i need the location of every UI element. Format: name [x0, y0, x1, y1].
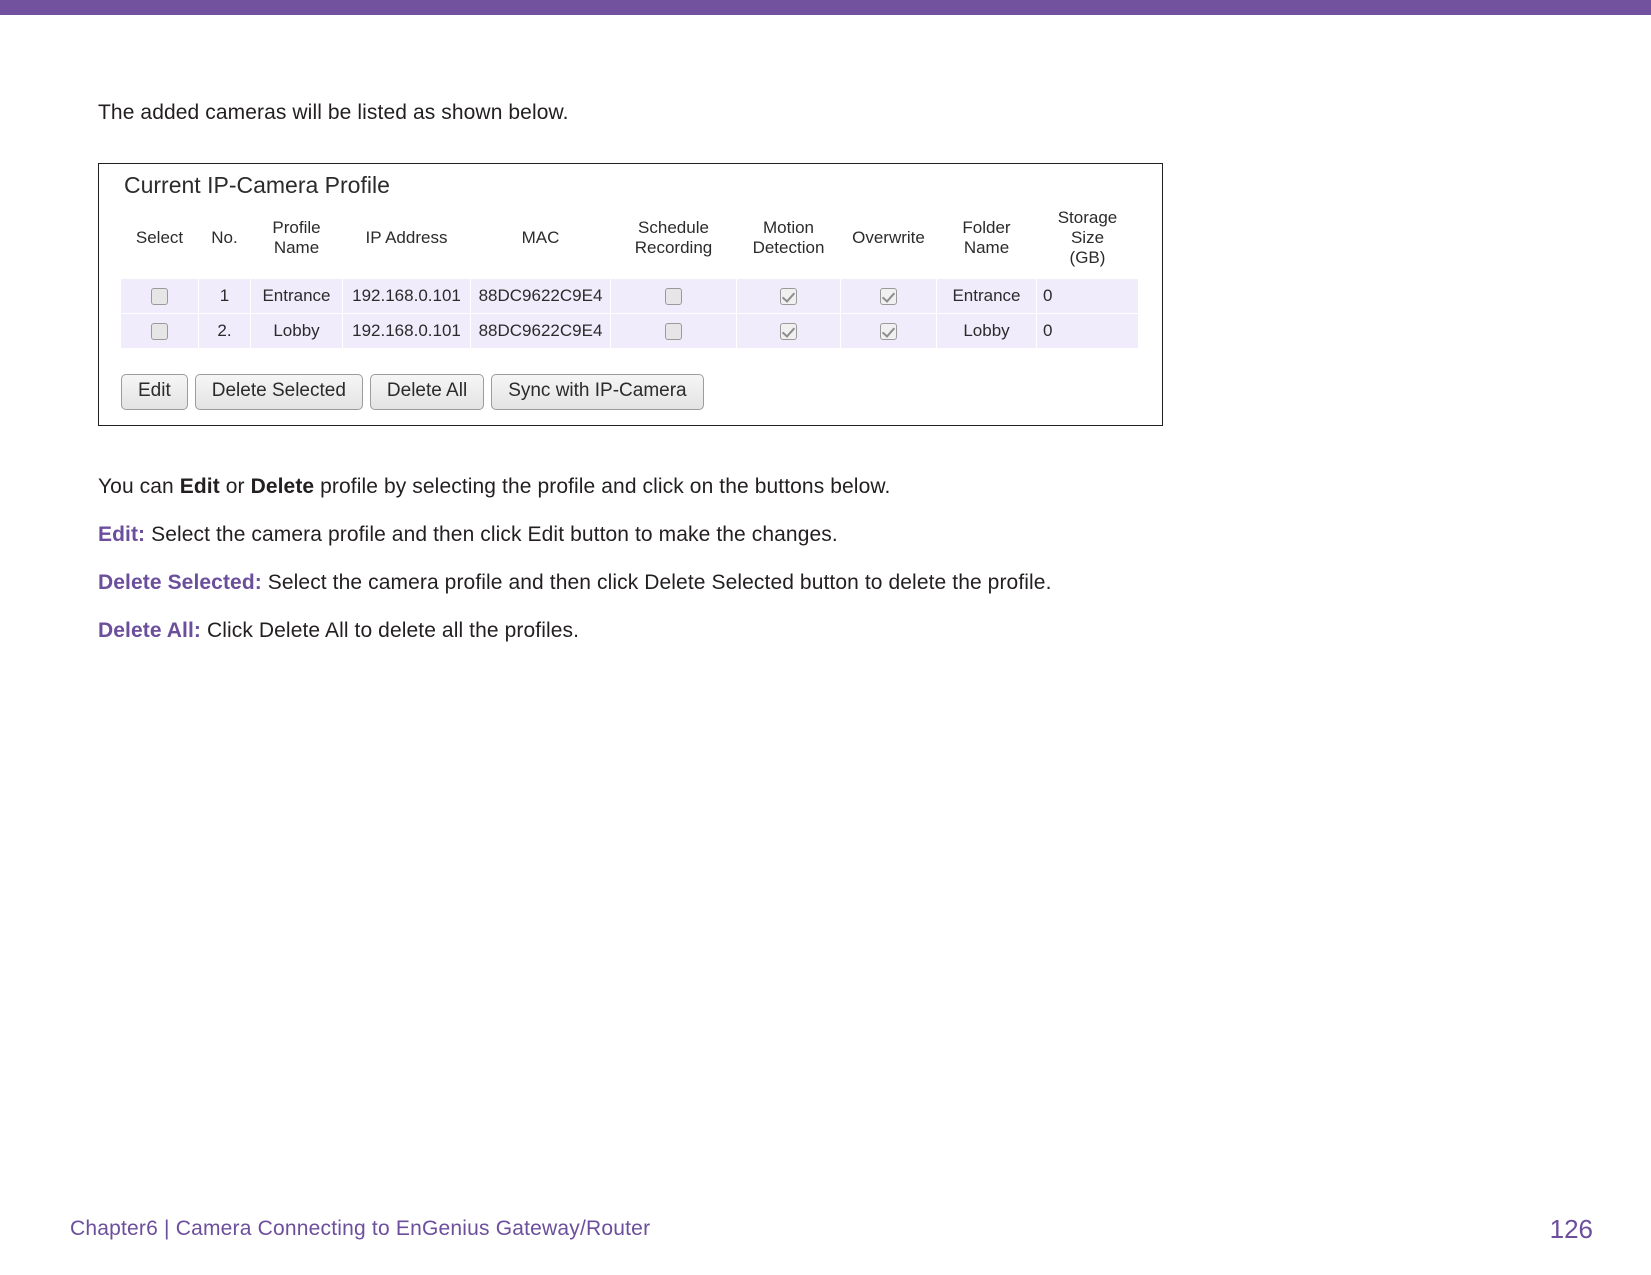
note-summary: You can Edit or Delete profile by select… — [98, 472, 1578, 502]
note-delete-selected: Delete Selected: Select the camera profi… — [98, 568, 1578, 598]
row-select-checkbox[interactable] — [151, 323, 168, 341]
cell-overwrite[interactable] — [840, 278, 937, 314]
cell-storage-size: 0 — [1036, 313, 1139, 349]
header-label-line1: Folder — [962, 218, 1011, 237]
note-delete-all-text: Click Delete All to delete all the profi… — [201, 619, 580, 642]
cell-no: 1 — [198, 278, 251, 314]
note-delete-all: Delete All: Click Delete All to delete a… — [98, 616, 1578, 646]
header-label-line3: (GB) — [1069, 248, 1106, 267]
delete-all-button[interactable]: Delete All — [369, 374, 485, 410]
cell-profile-name: Lobby — [250, 313, 343, 349]
top-accent-band — [0, 0, 1651, 15]
overwrite-checkbox[interactable] — [880, 323, 897, 341]
note-delete-all-label: Delete All: — [98, 619, 202, 642]
summary-conjunction: or — [219, 475, 251, 498]
table-action-buttons: Edit Delete Selected Delete All Sync wit… — [121, 374, 704, 410]
note-delete-selected-text: Select the camera profile and then click… — [261, 571, 1052, 594]
ip-camera-profile-figure: Current IP-Camera Profile Select No. Pro… — [98, 163, 1163, 426]
note-edit-text: Select the camera profile and then click… — [145, 523, 838, 546]
summary-delete-emphasis: Delete — [250, 475, 315, 498]
header-label: No. — [211, 228, 238, 247]
cell-mac: 88DC9622C9E4 — [470, 313, 611, 349]
column-header-profile-name: Profile Name — [250, 204, 343, 279]
header-label-line2: Name — [963, 238, 1010, 257]
header-label: IP Address — [365, 228, 448, 247]
header-label-line2: Size — [1070, 228, 1105, 247]
motion-detection-checkbox[interactable] — [780, 288, 797, 306]
row-select-checkbox[interactable] — [151, 288, 168, 306]
header-label: Overwrite — [852, 228, 925, 247]
note-delete-selected-label: Delete Selected: — [98, 571, 262, 594]
column-header-mac: MAC — [470, 204, 611, 279]
table-header-row: Select No. Profile Name IP Address MAC S… — [120, 204, 1139, 279]
column-header-overwrite: Overwrite — [840, 204, 937, 279]
table-row: 2. Lobby 192.168.0.101 88DC9622C9E4 Lobb… — [120, 313, 1139, 349]
cell-select[interactable] — [120, 278, 199, 314]
note-edit-label: Edit: — [98, 523, 146, 546]
header-label-line1: Profile — [272, 218, 321, 237]
header-label: Select — [135, 228, 184, 247]
column-header-folder-name: Folder Name — [936, 204, 1037, 279]
column-header-ip-address: IP Address — [342, 204, 471, 279]
sync-with-ip-camera-button[interactable]: Sync with IP-Camera — [491, 374, 704, 410]
motion-detection-checkbox[interactable] — [780, 323, 797, 341]
intro-paragraph: The added cameras will be listed as show… — [98, 101, 569, 124]
cell-motion-detection[interactable] — [736, 313, 841, 349]
header-label-line1: Storage — [1057, 208, 1118, 227]
cell-ip-address: 192.168.0.101 — [342, 278, 471, 314]
delete-selected-button[interactable]: Delete Selected — [194, 374, 363, 410]
header-label-line1: Motion — [762, 218, 815, 237]
cell-folder-name: Lobby — [936, 313, 1037, 349]
cell-select[interactable] — [120, 313, 199, 349]
header-label: MAC — [521, 228, 560, 247]
column-header-schedule-recording: Schedule Recording — [610, 204, 737, 279]
summary-edit-emphasis: Edit — [179, 475, 220, 498]
page-body: The added cameras will be listed as show… — [98, 98, 1558, 136]
header-label-line1: Schedule — [638, 218, 709, 237]
summary-prefix: You can — [98, 475, 180, 498]
header-label-line2: Recording — [634, 238, 713, 257]
column-header-motion-detection: Motion Detection — [736, 204, 841, 279]
cell-profile-name: Entrance — [250, 278, 343, 314]
schedule-recording-checkbox[interactable] — [665, 323, 682, 341]
cell-motion-detection[interactable] — [736, 278, 841, 314]
cell-overwrite[interactable] — [840, 313, 937, 349]
column-header-no: No. — [198, 204, 251, 279]
summary-suffix: profile by selecting the profile and cli… — [314, 475, 891, 498]
cell-storage-size: 0 — [1036, 278, 1139, 314]
cell-mac: 88DC9622C9E4 — [470, 278, 611, 314]
footer-page-number: 126 — [1549, 1214, 1593, 1244]
column-header-storage-size: Storage Size (GB) — [1036, 204, 1139, 279]
edit-button[interactable]: Edit — [121, 374, 188, 410]
explanatory-notes: You can Edit or Delete profile by select… — [98, 472, 1578, 646]
column-header-select: Select — [120, 204, 199, 279]
note-edit: Edit: Select the camera profile and then… — [98, 520, 1578, 550]
figure-title: Current IP-Camera Profile — [124, 172, 390, 198]
cell-no: 2. — [198, 313, 251, 349]
cell-schedule-recording[interactable] — [610, 278, 737, 314]
cell-schedule-recording[interactable] — [610, 313, 737, 349]
footer-chapter-label: Chapter6 | Camera Connecting to EnGenius… — [70, 1217, 651, 1240]
cell-ip-address: 192.168.0.101 — [342, 313, 471, 349]
overwrite-checkbox[interactable] — [880, 288, 897, 306]
current-ip-camera-profile-table: Select No. Profile Name IP Address MAC S… — [120, 204, 1139, 349]
header-label-line2: Detection — [752, 238, 825, 257]
header-label-line2: Name — [273, 238, 320, 257]
table-row: 1 Entrance 192.168.0.101 88DC9622C9E4 En… — [120, 278, 1139, 314]
cell-folder-name: Entrance — [936, 278, 1037, 314]
schedule-recording-checkbox[interactable] — [665, 288, 682, 306]
